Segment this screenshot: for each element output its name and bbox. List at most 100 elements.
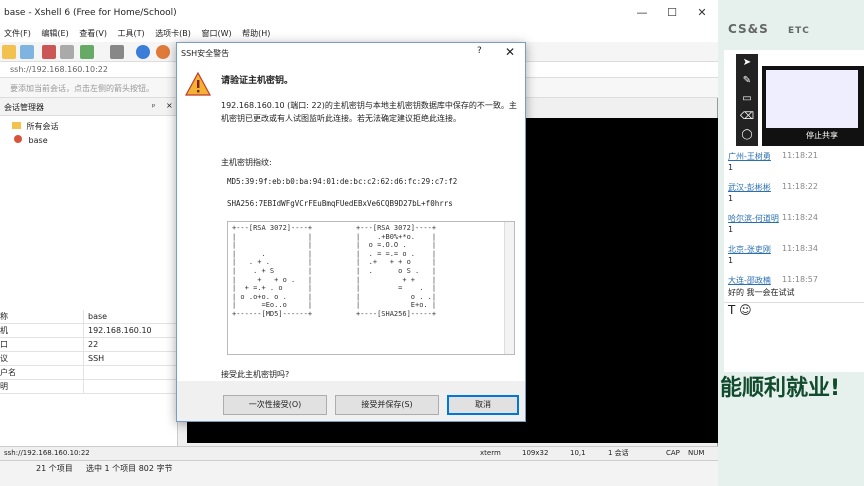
pin-icon[interactable]: ᵖ — [152, 102, 155, 111]
sender-name[interactable]: 武汉-彭彬彬 — [728, 182, 771, 193]
stop-share-button[interactable]: 停止共享 — [806, 130, 838, 141]
sender-name[interactable]: 北京-张吏刚 — [728, 244, 771, 255]
session-manager-header: 会话管理器 ᵖ × — [0, 98, 177, 116]
dialog-footer: 一次性接受(O) 接受并保存(S) 取消 — [177, 381, 525, 421]
message-time: 11:18:21 — [782, 151, 818, 160]
status-address: ssh://192.168.160.10:22 — [4, 449, 90, 457]
tree-item-label: 所有会话 — [26, 122, 59, 131]
property-value: SSH — [88, 354, 105, 363]
dialog-title-bar: SSH安全警告 ? ✕ — [177, 43, 525, 63]
preview-thumbnail — [766, 70, 858, 128]
rectangle-icon[interactable]: ▭ — [736, 90, 758, 108]
menu-file[interactable]: 文件(F) — [0, 26, 35, 41]
message-text: 好的 我一会在试试 — [728, 288, 795, 297]
md5-randomart: +---[RSA 3072]----+ | | | | | . | | . + … — [232, 224, 313, 318]
property-key: 户名 — [0, 366, 84, 380]
property-key: 议 — [0, 352, 84, 366]
status-size: 109x32 — [522, 449, 549, 457]
message-text: 1 — [728, 194, 734, 203]
eraser-icon[interactable]: ⌫ — [736, 108, 758, 126]
sender-name[interactable]: 广州-王树勇 — [728, 151, 771, 162]
sender-name[interactable]: 大连-邵政楠 — [728, 275, 771, 286]
minimize-button[interactable]: — — [632, 6, 652, 20]
randomart-box: +---[RSA 3072]----+ | | | | | . | | . + … — [227, 221, 515, 355]
property-row: 口 22 — [0, 338, 178, 352]
fullscreen-icon[interactable] — [156, 45, 170, 59]
property-key: 明 — [0, 380, 84, 394]
md5-fingerprint: MD5:39:9f:eb:b0:ba:94:01:de:bc:c2:62:d6:… — [227, 177, 458, 186]
session-manager: 会话管理器 ᵖ × 所有会话 base 称 base 机 192.168.160.1… — [0, 98, 178, 446]
sender-name[interactable]: 哈尔滨-何道明 — [728, 213, 779, 224]
message-time: 11:18:57 — [782, 275, 818, 284]
chat-message: 武汉-彭彬彬 11:18:22 1 — [726, 179, 864, 210]
explorer-status-bar: 21 个项目 选中 1 个项目 802 字节 — [0, 460, 718, 486]
window-title: base - Xshell 6 (Free for Home/School) — [4, 8, 177, 18]
menu-help[interactable]: 帮助(H) — [238, 26, 274, 41]
maximize-button[interactable]: ☐ — [662, 6, 682, 20]
menu-tabs[interactable]: 选项卡(B) — [151, 26, 195, 41]
paste-icon[interactable] — [80, 45, 94, 59]
folder-icon — [12, 122, 21, 129]
new-session-icon[interactable] — [2, 45, 16, 59]
property-value: base — [88, 312, 108, 321]
property-row: 户名 — [0, 366, 178, 380]
chat-message: 大连-邵政楠 11:18:57 好的 我一会在试试 — [726, 272, 864, 303]
fingerprint-label: 主机密钥指纹: — [221, 158, 272, 167]
message-text: 1 — [728, 225, 734, 234]
dialog-message: 192.168.160.10 (端口: 22)的主机密钥与本地主机密钥数据库中保… — [221, 101, 517, 123]
property-value: 22 — [88, 340, 99, 349]
sha256-fingerprint: SHA256:7EBIdWFgVCrFEuBmqFUedEBxVe6CQB9D2… — [227, 199, 453, 208]
status-term: xterm — [480, 449, 501, 457]
pen-icon[interactable]: ✎ — [736, 72, 758, 90]
help-button[interactable]: ? — [477, 46, 482, 56]
cancel-button[interactable]: 取消 — [447, 395, 519, 415]
logo-right-text: ETC — [787, 26, 810, 36]
logo: CS&S ETC — [728, 22, 864, 46]
menu-edit[interactable]: 编辑(E) — [37, 26, 72, 41]
menu-view[interactable]: 查看(V) — [75, 26, 111, 41]
message-text: 1 — [728, 163, 734, 172]
open-icon[interactable] — [20, 45, 34, 59]
accept-once-button[interactable]: 一次性接受(O) — [223, 395, 327, 415]
screen-share-preview: 停止共享 — [762, 66, 864, 146]
warning-icon — [185, 71, 211, 96]
menu-tools[interactable]: 工具(T) — [114, 26, 149, 41]
tree-item-label: base — [28, 136, 48, 145]
dialog-body: 请验证主机密钥。 192.168.160.10 (端口: 22)的主机密钥与本地… — [177, 63, 525, 401]
dialog-close-button[interactable]: ✕ — [505, 45, 515, 59]
property-value: 192.168.160.10 — [88, 326, 152, 335]
tree-item-base[interactable]: base — [0, 134, 177, 148]
property-key: 称 — [0, 310, 84, 324]
chat-message: 哈尔滨-何道明 11:18:24 1 — [726, 210, 864, 241]
randomart-scrollbar[interactable] — [504, 222, 514, 354]
globe-icon[interactable] — [136, 45, 150, 59]
session-manager-title: 会话管理器 — [4, 103, 44, 112]
accept-and-save-button[interactable]: 接受并保存(S) — [335, 395, 439, 415]
copy-icon[interactable] — [60, 45, 74, 59]
explorer-items: 21 个项目 — [36, 464, 73, 473]
property-row: 机 192.168.160.10 — [0, 324, 178, 338]
pointer-icon[interactable]: ➤ — [736, 54, 758, 72]
ssh-warning-dialog: SSH安全警告 ? ✕ 请验证主机密钥。 192.168.160.10 (端口:… — [176, 42, 526, 422]
close-window-button[interactable]: ✕ — [692, 6, 712, 20]
chat-message: 广州-王树勇 11:18:21 1 — [726, 148, 864, 179]
logo-text: CS&S — [728, 22, 769, 36]
property-row: 明 — [0, 380, 178, 394]
message-time: 11:18:22 — [782, 182, 818, 191]
disconnect-icon[interactable] — [42, 45, 56, 59]
sha256-randomart: +---[RSA 3072]----+ | .+B0%+*o. | | o =.… — [356, 224, 437, 318]
chat-input-bar[interactable]: T ☺ — [724, 302, 864, 322]
accept-question: 接受此主机密钥吗? — [221, 370, 290, 379]
menu-window[interactable]: 窗口(W) — [197, 26, 235, 41]
status-sessions: 1 会话 — [608, 449, 629, 457]
chat-bubble-icon[interactable]: ◯ — [736, 126, 758, 144]
find-icon[interactable] — [110, 45, 124, 59]
message-time: 11:18:34 — [782, 244, 818, 253]
status-pos: 10,1 — [570, 449, 586, 457]
property-key: 口 — [0, 338, 84, 352]
dialog-heading: 请验证主机密钥。 — [221, 76, 294, 86]
close-panel-icon[interactable]: × — [166, 101, 173, 110]
tree-item-all-sessions[interactable]: 所有会话 — [0, 120, 177, 134]
session-properties: 称 base 机 192.168.160.10 口 22 议 SSH 户名 明 — [0, 310, 178, 394]
explorer-selected: 选中 1 个项目 802 字节 — [86, 464, 173, 473]
